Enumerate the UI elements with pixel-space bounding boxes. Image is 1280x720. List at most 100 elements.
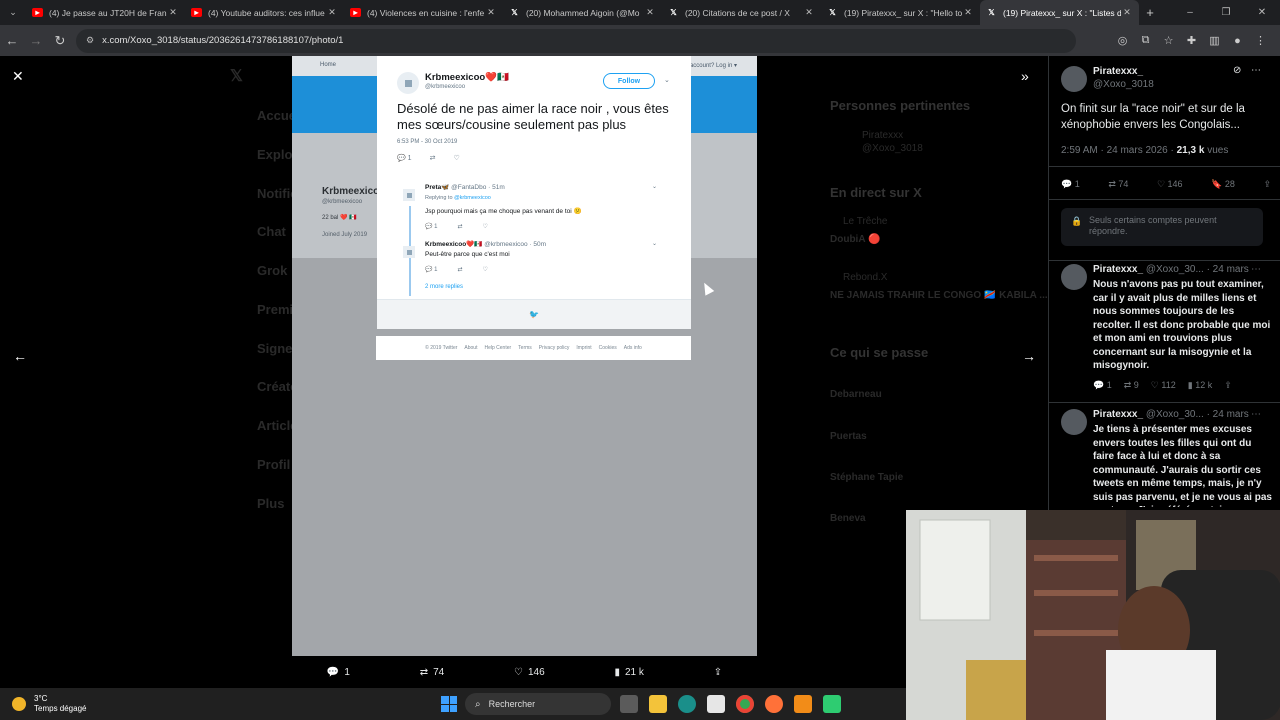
browser-tab[interactable]: ▸ (4) Je passe au JT20H de France ✕ <box>26 0 185 25</box>
like-button[interactable]: ♡ 112 <box>1151 380 1176 391</box>
new-tab-button[interactable]: + <box>1139 5 1161 20</box>
reply-actions: 💬 1 ⇄ 9 ♡ 112 ▮ 12 k ⇪ <box>1093 380 1232 391</box>
reply-button[interactable]: 💬 1 <box>1061 179 1080 190</box>
tab-close-icon[interactable]: ✕ <box>1121 7 1133 18</box>
weather-condition: Temps dégagé <box>34 704 87 713</box>
site-info-icon[interactable]: ⚙ <box>86 35 94 46</box>
task-view-icon[interactable] <box>620 695 638 713</box>
footer-link: Terms <box>518 345 532 351</box>
reply-text: Jsp pourquoi mais ça me choque pas venan… <box>425 208 582 215</box>
views-button[interactable]: ▮ 12 k <box>1188 380 1212 391</box>
close-viewer-icon[interactable]: ✕ <box>12 68 24 85</box>
ghost-live-title: NE JAMAIS TRAHIR LE CONGO 🇨🇩 KABILA ... <box>830 290 1048 301</box>
share-button[interactable]: ⇪ <box>714 667 722 678</box>
tab-close-icon[interactable]: ✕ <box>326 7 338 18</box>
like-button[interactable]: ♡ 146 <box>514 667 545 678</box>
firefox-icon[interactable] <box>765 695 783 713</box>
reply-icon: 💬 <box>326 666 340 678</box>
views-button[interactable]: ▮ 21 k <box>614 667 643 678</box>
share-icon[interactable]: ⇪ <box>1224 380 1232 391</box>
tab-close-icon[interactable]: ✕ <box>644 7 656 18</box>
bookmark-button[interactable]: 🔖 28 <box>1211 179 1235 190</box>
menu-dots-icon[interactable]: ⋮ <box>1249 34 1272 47</box>
reply-meta: @FantaDbo · 51m <box>451 184 505 191</box>
taskbar-search[interactable]: ⌕ Rechercher <box>465 693 611 715</box>
browser-tab[interactable]: 𝕏 (19) Piratexxx_ sur X : "Hello to ✕ <box>821 0 980 25</box>
tweet-actions: 💬 1 ⇄ ♡ <box>397 154 460 162</box>
browser-tab[interactable]: 𝕏 (20) Mohammed Aigoin (@Mo ✕ <box>503 0 662 25</box>
ghost-live-source: Rebond.X <box>843 272 888 283</box>
avatar[interactable] <box>1061 264 1087 290</box>
next-photo-arrow-icon[interactable]: → <box>1022 348 1036 364</box>
windows-start-icon[interactable] <box>441 696 457 712</box>
minimize-icon[interactable]: – <box>1172 0 1208 25</box>
reply-author-name[interactable]: Piratexxx_ <box>1093 264 1143 275</box>
bookmark-star-icon[interactable]: ☆ <box>1157 34 1180 47</box>
browser-tab-bar: ⌄ ▸ (4) Je passe au JT20H de France ✕ ▸ (4)… <box>0 0 1280 25</box>
browser-tab-active[interactable]: 𝕏 (19) Piratexxx_ sur X : "Listes de ✕ <box>980 0 1139 25</box>
install-app-icon[interactable]: ⧉ <box>1134 34 1157 47</box>
tab-close-icon[interactable]: ✕ <box>962 7 974 18</box>
tab-search-chevron-icon[interactable]: ⌄ <box>0 7 26 18</box>
x-icon: 𝕏 <box>511 8 518 17</box>
window-controls: – ❐ ✕ <box>1172 0 1280 25</box>
extensions-icon[interactable]: ✚ <box>1180 34 1203 47</box>
url-input[interactable]: ⚙ x.com/Xoxo_3018/status/203626147378618… <box>76 28 1076 53</box>
maximize-icon[interactable]: ❐ <box>1208 0 1244 25</box>
repost-count: 74 <box>433 666 445 678</box>
ghost-nav-item: Chat <box>257 224 286 239</box>
repost-button[interactable]: ⇄ 9 <box>1124 380 1139 391</box>
cast-icon[interactable]: ◎ <box>1111 34 1134 47</box>
chrome-icon[interactable] <box>736 695 754 713</box>
post-time[interactable]: 2:59 AM · 24 mars 2026 · <box>1061 145 1177 156</box>
more-options-icon[interactable]: ⋯ <box>1251 409 1261 420</box>
browser-tab[interactable]: 𝕏 (20) Citations de ce post / X ✕ <box>662 0 821 25</box>
collapse-panel-icon[interactable]: » <box>1021 68 1029 84</box>
media-viewer-overlay: 𝕏 Accueil Explorer Notifications Chat Gr… <box>0 56 1048 688</box>
twitter-bird-icon: 🐦 <box>529 310 539 319</box>
tab-close-icon[interactable]: ✕ <box>485 7 497 18</box>
avatar[interactable] <box>1061 409 1087 435</box>
ghost-nav-item: Plus <box>257 496 285 511</box>
reply-text: Je tiens à présenter mes excuses envers … <box>1093 424 1272 507</box>
file-explorer-icon[interactable] <box>649 695 667 713</box>
repost-button[interactable]: ⇄ 74 <box>1108 179 1128 190</box>
reply-header: Piratexxx_ @Xoxo_30... · 24 mars <box>1093 264 1249 275</box>
weather-widget[interactable]: 3°C Temps dégagé <box>12 694 86 714</box>
store-icon[interactable] <box>707 695 725 713</box>
share-icon[interactable]: ⇪ <box>1263 179 1271 190</box>
app-icon[interactable] <box>823 695 841 713</box>
sidebar-icon[interactable]: ▥ <box>1203 34 1226 47</box>
footer-link: Ads info <box>623 345 642 351</box>
reply-count: 1 <box>434 267 438 273</box>
reply-restriction-notice: 🔒 Seuls certains comptes peuvent répondr… <box>1061 208 1263 246</box>
previous-photo-arrow-icon[interactable]: ← <box>13 348 27 364</box>
reload-icon[interactable]: ↻ <box>48 33 72 49</box>
more-options-icon[interactable]: ⋯ <box>1251 65 1261 76</box>
reply-button[interactable]: 💬 1 <box>327 667 350 678</box>
repost-button[interactable]: ⇄ 74 <box>420 667 445 678</box>
forward-arrow-icon[interactable]: → <box>24 33 48 48</box>
post-author-handle[interactable]: @Xoxo_3018 <box>1093 79 1154 90</box>
tab-close-icon[interactable]: ✕ <box>167 7 179 18</box>
photo-action-bar: 💬 1 ⇄ 74 ♡ 146 ▮ 21 k ⇪ <box>292 656 757 688</box>
back-arrow-icon[interactable]: ← <box>0 33 24 48</box>
avatar[interactable] <box>1061 66 1087 92</box>
reply-author-name[interactable]: Piratexxx_ <box>1093 409 1143 420</box>
more-options-icon[interactable]: ⋯ <box>1251 264 1261 275</box>
like-button[interactable]: ♡ 146 <box>1157 179 1183 190</box>
grok-icon[interactable]: ⊘ <box>1233 65 1241 76</box>
post-text: On finit sur la "race noir" et sur de la… <box>1061 103 1245 131</box>
x-logo-ghost: 𝕏 <box>230 68 243 85</box>
profile-avatar-icon[interactable]: ● <box>1226 35 1249 47</box>
browser-tab[interactable]: ▸ (4) Violences en cuisine : l'enfe ✕ <box>344 0 503 25</box>
post-views: 21,3 k <box>1176 145 1205 156</box>
tweet-photo[interactable]: Home Have an account? Log in ▾ Krbmeexic… <box>292 56 757 656</box>
edge-icon[interactable] <box>678 695 696 713</box>
tab-close-icon[interactable]: ✕ <box>803 7 815 18</box>
close-window-icon[interactable]: ✕ <box>1244 0 1280 25</box>
vlc-icon[interactable] <box>794 695 812 713</box>
post-author-name[interactable]: Piratexxx_ <box>1093 66 1143 77</box>
browser-tab[interactable]: ▸ (4) Youtube auditors: ces influe ✕ <box>185 0 344 25</box>
reply-button[interactable]: 💬 1 <box>1093 380 1112 391</box>
